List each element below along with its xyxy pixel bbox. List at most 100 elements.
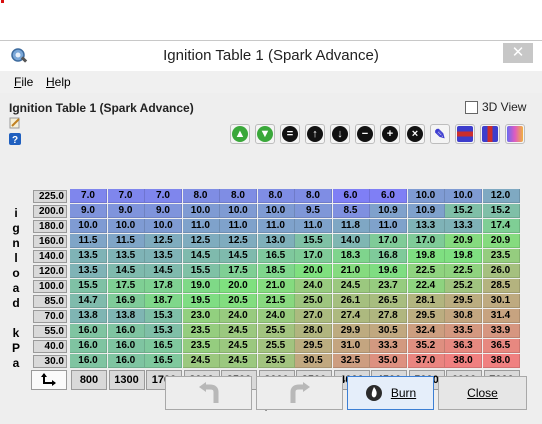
table-cell[interactable]: 24.0 [220,309,257,323]
horizontal-interpolate-tool-button[interactable]: ≡ [455,124,475,144]
table-cell[interactable]: 10.0 [257,204,295,218]
table-cell[interactable]: 33.9 [482,324,520,338]
table-cell[interactable]: 15.3 [145,324,182,338]
table-cell[interactable]: 11.5 [107,234,145,248]
table-cell[interactable]: 11.0 [182,219,220,233]
table-cell[interactable]: 15.5 [70,279,107,293]
table-cell[interactable]: 27.4 [332,309,370,323]
table-cell[interactable]: 10.0 [145,219,182,233]
load-axis-value[interactable]: 70.0 [33,310,67,323]
table-cell[interactable]: 29.5 [407,309,445,323]
decrease-tool-button[interactable]: ▼ [255,124,275,144]
load-axis-value[interactable]: 180.0 [33,220,67,233]
table-cell[interactable]: 16.5 [145,354,182,368]
table-cell[interactable]: 12.5 [182,234,220,248]
table-cell[interactable]: 10.9 [407,204,445,218]
table-cell[interactable]: 16.0 [107,324,145,338]
table-cell[interactable]: 14.5 [145,264,182,278]
table-cell[interactable]: 24.5 [332,279,370,293]
table-cell[interactable]: 14.5 [182,249,220,263]
table-cell[interactable]: 13.5 [70,249,107,263]
table-cell[interactable]: 15.2 [445,204,482,218]
table-cell[interactable]: 16.5 [257,249,295,263]
table-cell[interactable]: 23.7 [370,279,407,293]
redo-button[interactable] [256,376,343,410]
table-cell[interactable]: 22.5 [445,264,482,278]
table-cell[interactable]: 19.8 [407,249,445,263]
table-cell[interactable]: 11.0 [295,219,332,233]
table-cell[interactable]: 11.8 [332,219,370,233]
table-cell[interactable]: 9.0 [70,204,107,218]
table-cell[interactable]: 22.4 [407,279,445,293]
table-cell[interactable]: 38.0 [445,354,482,368]
rpm-axis-value[interactable]: 1300 [108,370,145,390]
table-cell[interactable]: 30.8 [445,309,482,323]
table-cell[interactable]: 17.0 [407,234,445,248]
table-cell[interactable]: 16.0 [70,324,107,338]
table-cell[interactable]: 36.5 [482,339,520,353]
table-cell[interactable]: 17.4 [482,219,520,233]
table-cell[interactable]: 13.5 [107,249,145,263]
table-cell[interactable]: 16.0 [70,339,107,353]
vertical-interpolate-tool-button[interactable]: ⦀ [480,124,500,144]
undo-button[interactable] [165,376,252,410]
table-cell[interactable]: 35.0 [370,354,407,368]
table-cell[interactable]: 26.1 [332,294,370,308]
burn-button[interactable]: Burn [347,376,434,410]
table-cell[interactable]: 7.0 [145,189,182,203]
table-cell[interactable]: 16.0 [70,354,107,368]
table-cell[interactable]: 13.3 [407,219,445,233]
table-cell[interactable]: 13.5 [145,249,182,263]
table-cell[interactable]: 10.0 [445,189,482,203]
table-cell[interactable]: 25.5 [257,354,295,368]
axis-swap-button[interactable] [31,370,67,390]
table-cell[interactable]: 6.0 [332,189,370,203]
table-cell[interactable]: 30.5 [370,324,407,338]
table-cell[interactable]: 19.5 [182,294,220,308]
load-axis-value[interactable]: 160.0 [33,235,67,248]
table-cell[interactable]: 30.1 [482,294,520,308]
table-cell[interactable]: 21.0 [257,279,295,293]
table-cell[interactable]: 18.5 [257,264,295,278]
table-cell[interactable]: 15.5 [295,234,332,248]
view-3d-checkbox[interactable] [465,101,478,114]
table-cell[interactable]: 20.9 [445,234,482,248]
table-cell[interactable]: 21.5 [257,294,295,308]
load-axis-value[interactable]: 200.0 [33,205,67,218]
table-cell[interactable]: 30.5 [295,354,332,368]
table-cell[interactable]: 29.5 [445,294,482,308]
table-cell[interactable]: 15.5 [182,264,220,278]
minus-tool-button[interactable]: − [355,124,375,144]
menu-file[interactable]: File [14,75,33,89]
rpm-axis-value[interactable]: 800 [71,370,107,390]
table-cell[interactable]: 17.0 [370,234,407,248]
table-cell[interactable]: 18.7 [145,294,182,308]
table-cell[interactable]: 14.0 [332,234,370,248]
table-cell[interactable]: 13.5 [70,264,107,278]
table-cell[interactable]: 14.7 [70,294,107,308]
table-cell[interactable]: 10.0 [70,219,107,233]
close-button[interactable]: Close [438,376,527,410]
table-cell[interactable]: 18.3 [332,249,370,263]
table-cell[interactable]: 10.0 [407,189,445,203]
increase-tool-button[interactable]: ▲ [230,124,250,144]
table-cell[interactable]: 14.5 [107,264,145,278]
load-axis-value[interactable]: 140.0 [33,250,67,263]
table-cell[interactable]: 19.6 [370,264,407,278]
table-cell[interactable]: 10.9 [370,204,407,218]
edit-note-icon[interactable] [9,117,21,129]
table-cell[interactable]: 28.0 [295,324,332,338]
table-cell[interactable]: 13.8 [107,309,145,323]
table-cell[interactable]: 14.5 [220,249,257,263]
table-cell[interactable]: 28.1 [407,294,445,308]
help-icon[interactable]: ? [9,133,21,145]
table-cell[interactable]: 12.5 [145,234,182,248]
table-cell[interactable]: 28.5 [482,279,520,293]
table-cell[interactable]: 16.8 [370,249,407,263]
table-cell[interactable]: 17.5 [220,264,257,278]
table-cell[interactable]: 9.0 [145,204,182,218]
table-cell[interactable]: 17.0 [295,249,332,263]
load-axis-value[interactable]: 40.0 [33,340,67,353]
table-cell[interactable]: 22.5 [407,264,445,278]
table-cell[interactable]: 33.3 [370,339,407,353]
